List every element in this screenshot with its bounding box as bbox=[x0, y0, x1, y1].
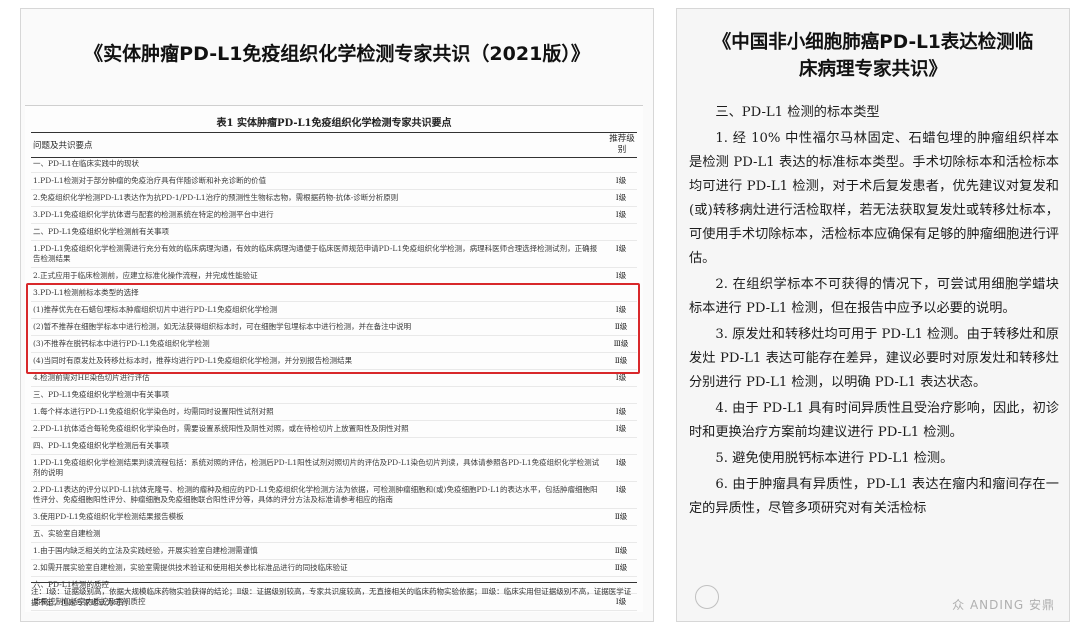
table-row: 1.由于国内缺乏相关的立法及实践经验，开展实验室自建检测需谨慎 Ⅱ级 bbox=[31, 543, 637, 560]
table-row: 1.PD-L1免疫组织化学检测需进行充分有效的临床病理沟通，有效的临床病理沟通便… bbox=[31, 241, 637, 268]
table-row-text: 3.PD-L1检测前标本类型的选择 bbox=[33, 288, 139, 297]
table-row-text: 1.PD-L1免疫组织化学检测需进行充分有效的临床病理沟通，有效的临床病理沟通便… bbox=[33, 244, 598, 263]
table-row: 四、PD-L1免疫组织化学检测后有关事项 bbox=[31, 438, 637, 455]
table-row-text: 三、PD-L1免疫组织化学检测中有关事项 bbox=[33, 390, 169, 399]
table-rows: 一、PD-L1在临床实践中的现状 1.PD-L1检测对于部分肿瘤的免疫治疗具有伴随… bbox=[31, 156, 637, 611]
table-row-grade: Ⅱ级 bbox=[614, 546, 628, 555]
table-row: 3.PD-L1检测前标本类型的选择 bbox=[31, 285, 637, 302]
table-row-grade: Ⅱ级 bbox=[614, 512, 628, 521]
table-row-grade: Ⅰ级 bbox=[615, 458, 627, 467]
table-row: 五、实验室自建检测 bbox=[31, 526, 637, 543]
table-row-text: 3.PD-L1免疫组织化学抗体谱与配套的检测系统在特定的检测平台中进行 bbox=[33, 210, 274, 219]
consensus-text-body: 三、PD-L1 检测的标本类型 1. 经 10% 中性福尔马林固定、石蜡包埋的肿瘤… bbox=[689, 101, 1059, 523]
left-panel-title: 《实体肿瘤PD-L1免疫组织化学检测专家共识（2021版）》 bbox=[84, 43, 590, 65]
table-row-text: 二、PD-L1免疫组织化学检测前有关事项 bbox=[33, 227, 169, 236]
paragraph: 5. 避免使用脱钙标本进行 PD-L1 检测。 bbox=[715, 451, 954, 466]
right-title-line1: 《中国非小细胞肺癌PD-L1表达检测临 bbox=[712, 32, 1034, 53]
table-row: 2.如需开展实验室自建检测，实验室需提供技术验证和使用相关参比标准品进行的同技临… bbox=[31, 560, 637, 577]
table-row-text: 五、实验室自建检测 bbox=[33, 529, 101, 538]
table-row: (1)推荐优先在石蜡包埋标本肿瘤组织切片中进行PD-L1免疫组织化学检测 Ⅰ级 bbox=[31, 302, 637, 319]
table-row: (2)暂不推荐在细胞学标本中进行检测，如无法获得组织标本时，可在细胞学包埋标本中… bbox=[31, 319, 637, 336]
section-heading: 三、PD-L1 检测的标本类型 bbox=[715, 105, 880, 120]
table-row-grade: Ⅰ级 bbox=[615, 271, 627, 280]
right-title-line2: 床病理专家共识》 bbox=[798, 59, 947, 80]
right-document-panel: 《中国非小细胞肺癌PD-L1表达检测临 床病理专家共识》 三、PD-L1 检测的… bbox=[676, 8, 1070, 622]
table-row-text: 1.PD-L1免疫组织化学检测结果判读流程包括：系统对照的评估，检测后PD-L1… bbox=[33, 458, 600, 477]
table-row-text: 2.如需开展实验室自建检测，实验室需提供技术验证和使用相关参比标准品进行的同技临… bbox=[33, 563, 348, 572]
table-row: 2.PD-L1表达的评分以PD-L1抗体克隆号、检测的瘤种及相应的PD-L1免疫… bbox=[31, 482, 637, 509]
table-row-text: 四、PD-L1免疫组织化学检测后有关事项 bbox=[33, 441, 169, 450]
table-row-text: (1)推荐优先在石蜡包埋标本肿瘤组织切片中进行PD-L1免疫组织化学检测 bbox=[33, 305, 278, 314]
table-row-grade: Ⅱ级 bbox=[614, 356, 628, 365]
table-row: 2.正式应用于临床检测前，应建立标准化操作流程，并完成性能验证 Ⅰ级 bbox=[31, 268, 637, 285]
left-document-panel: 《实体肿瘤PD-L1免疫组织化学检测专家共识（2021版）》 表1 实体肿瘤PD… bbox=[20, 8, 654, 622]
table-row-text: 2.PD-L1表达的评分以PD-L1抗体克隆号、检测的瘤种及相应的PD-L1免疫… bbox=[33, 485, 598, 504]
table-row-text: (4)当同时有原发灶及转移灶标本时，推荐均进行PD-L1免疫组织化学检测，并分别… bbox=[33, 356, 353, 365]
table-row-text: 一、PD-L1在临床实践中的现状 bbox=[33, 159, 139, 168]
table-row-grade: Ⅰ级 bbox=[615, 305, 627, 314]
table-row-grade: Ⅰ级 bbox=[615, 424, 627, 433]
table-row-text: 1.由于国内缺乏相关的立法及实践经验，开展实验室自建检测需谨慎 bbox=[33, 546, 258, 555]
table-row-grade: Ⅱ级 bbox=[614, 563, 628, 572]
table-row: (3)不推荐在脱钙标本中进行PD-L1免疫组织化学检测 Ⅲ级 bbox=[31, 336, 637, 353]
table-row-grade: Ⅲ级 bbox=[613, 339, 629, 348]
table-header-question: 问题及共识要点 bbox=[33, 141, 93, 151]
table-row: 二、PD-L1免疫组织化学检测前有关事项 bbox=[31, 224, 637, 241]
table-row-text: 2.PD-L1抗体适合每轮免疫组织化学染色时，需要设置系统阳性及阴性对照，或在待… bbox=[33, 424, 409, 433]
table-row: 一、PD-L1在临床实践中的现状 bbox=[31, 156, 637, 173]
consensus-table-page: 表1 实体肿瘤PD-L1免疫组织化学检测专家共识要点 问题及共识要点 推荐级别 … bbox=[25, 105, 643, 612]
paragraph: 4. 由于 PD-L1 具有时间异质性且受治疗影响，因此，初诊时和更换治疗方案前… bbox=[689, 401, 1059, 440]
table-row: (4)当同时有原发灶及转移灶标本时，推荐均进行PD-L1免疫组织化学检测，并分别… bbox=[31, 353, 637, 370]
paragraph: 3. 原发灶和转移灶均可用于 PD-L1 检测。由于转移灶和原发灶 PD-L1 … bbox=[689, 327, 1059, 390]
table-row-text: 1.每个样本进行PD-L1免疫组织化学染色时，均需同时设置阳性试剂对照 bbox=[33, 407, 274, 416]
table-row: 3.使用PD-L1免疫组织化学检测结果报告模板 Ⅱ级 bbox=[31, 509, 637, 526]
table-row: 2.免疫组织化学检测PD-L1表达作为抗PD-1/PD-L1治疗的预测性生物标志… bbox=[31, 190, 637, 207]
table-row-text: (3)不推荐在脱钙标本中进行PD-L1免疫组织化学检测 bbox=[33, 339, 210, 348]
table-row-grade: Ⅰ级 bbox=[615, 485, 627, 494]
table-row: 1.PD-L1免疫组织化学检测结果判读流程包括：系统对照的评估，检测后PD-L1… bbox=[31, 455, 637, 482]
table-row-grade: Ⅰ级 bbox=[615, 210, 627, 219]
right-panel-title: 《中国非小细胞肺癌PD-L1表达检测临 床病理专家共识》 bbox=[677, 29, 1069, 83]
paragraph: 6. 由于肿瘤具有异质性，PD-L1 表达在瘤内和瘤间存在一定的异质性，尽管多项… bbox=[689, 477, 1059, 516]
table-row: 4.检测前需对HE染色切片进行评估 Ⅰ级 bbox=[31, 370, 637, 387]
table-row-text: 2.免疫组织化学检测PD-L1表达作为抗PD-1/PD-L1治疗的预测性生物标志… bbox=[33, 193, 399, 202]
table-row: 1.每个样本进行PD-L1免疫组织化学染色时，均需同时设置阳性试剂对照 Ⅰ级 bbox=[31, 404, 637, 421]
table-header: 问题及共识要点 推荐级别 bbox=[31, 132, 637, 158]
table-row: 三、PD-L1免疫组织化学检测中有关事项 bbox=[31, 387, 637, 404]
table-row-grade: Ⅰ级 bbox=[615, 244, 627, 253]
table-header-grade: 推荐级别 bbox=[609, 134, 635, 155]
table-row-grade: Ⅰ级 bbox=[615, 176, 627, 185]
table-row-grade: Ⅰ级 bbox=[615, 407, 627, 416]
table-row: 1.PD-L1检测对于部分肿瘤的免疫治疗具有伴随诊断和补充诊断的价值 Ⅰ级 bbox=[31, 173, 637, 190]
watermark-text: 众 ANDING 安鼎 bbox=[952, 598, 1055, 612]
table-row-grade: Ⅱ级 bbox=[614, 322, 628, 331]
watermark-logo-icon bbox=[695, 585, 719, 609]
table-row-text: 2.正式应用于临床检测前，应建立标准化操作流程，并完成性能验证 bbox=[33, 271, 258, 280]
table-row-text: 3.使用PD-L1免疫组织化学检测结果报告模板 bbox=[33, 512, 184, 521]
table-row: 3.PD-L1免疫组织化学抗体谱与配套的检测系统在特定的检测平台中进行 Ⅰ级 bbox=[31, 207, 637, 224]
table-row-text: 1.PD-L1检测对于部分肿瘤的免疫治疗具有伴随诊断和补充诊断的价值 bbox=[33, 176, 267, 185]
table-row-grade: Ⅰ级 bbox=[615, 193, 627, 202]
table-caption: 表1 实体肿瘤PD-L1免疫组织化学检测专家共识要点 bbox=[216, 118, 452, 129]
table-row-text: 4.检测前需对HE染色切片进行评估 bbox=[33, 373, 150, 382]
table-row-grade: Ⅰ级 bbox=[615, 373, 627, 382]
paragraph: 1. 经 10% 中性福尔马林固定、石蜡包埋的肿瘤组织样本是检测 PD-L1 表… bbox=[689, 131, 1059, 266]
table-row: 2.PD-L1抗体适合每轮免疫组织化学染色时，需要设置系统阳性及阴性对照，或在待… bbox=[31, 421, 637, 438]
table-footnote: 注：Ⅰ级：证据级别高，依据大规模临床药物实验获得的结论；Ⅱ级：证据级别较高，专家… bbox=[31, 582, 637, 608]
paragraph: 2. 在组织学标本不可获得的情况下，可尝试用细胞学蜡块标本进行 PD-L1 检测… bbox=[689, 277, 1059, 316]
table-row-text: (2)暂不推荐在细胞学标本中进行检测，如无法获得组织标本时，可在细胞学包埋标本中… bbox=[33, 322, 412, 331]
